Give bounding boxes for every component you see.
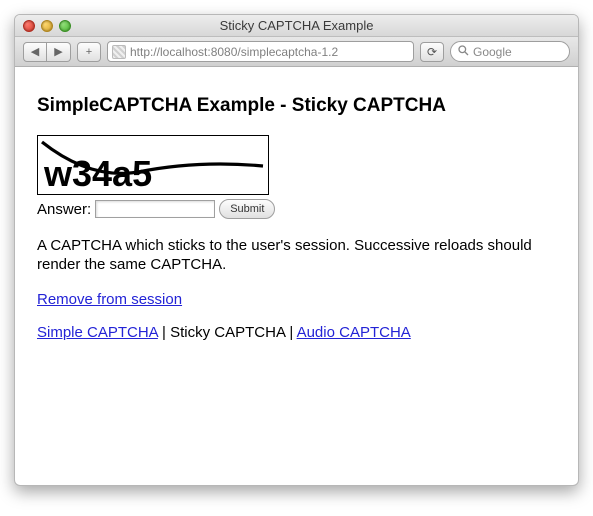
browser-window: Sticky CAPTCHA Example ◀ ▶ + http://loca…: [14, 14, 579, 486]
url-bar[interactable]: http://localhost:8080/simplecaptcha-1.2: [107, 41, 414, 62]
back-button[interactable]: ◀: [23, 42, 47, 62]
answer-label: Answer:: [37, 201, 91, 218]
browser-toolbar: ◀ ▶ + http://localhost:8080/simplecaptch…: [15, 37, 578, 67]
window-title: Sticky CAPTCHA Example: [15, 18, 578, 33]
browser-search-field[interactable]: Google: [450, 41, 570, 62]
page-heading: SimpleCAPTCHA Example - Sticky CAPTCHA: [37, 95, 556, 117]
search-placeholder: Google: [473, 45, 512, 59]
url-text: http://localhost:8080/simplecaptcha-1.2: [130, 45, 409, 59]
back-icon: ◀: [31, 45, 39, 58]
submit-button[interactable]: Submit: [219, 199, 275, 219]
captcha-description: A CAPTCHA which sticks to the user's ses…: [37, 237, 537, 275]
minimize-icon[interactable]: [41, 20, 53, 32]
sticky-captcha-current: Sticky CAPTCHA: [170, 324, 285, 341]
page-content: SimpleCAPTCHA Example - Sticky CAPTCHA w…: [15, 67, 578, 359]
remove-session-link[interactable]: Remove from session: [37, 291, 182, 308]
forward-button[interactable]: ▶: [47, 42, 71, 62]
titlebar: Sticky CAPTCHA Example: [15, 15, 578, 37]
add-bookmark-button[interactable]: +: [77, 42, 101, 62]
nav-separator: |: [162, 324, 170, 341]
captcha-image: w34a5: [37, 135, 269, 195]
zoom-icon[interactable]: [59, 20, 71, 32]
nav-separator: |: [289, 324, 296, 341]
answer-row: Answer: Submit: [37, 199, 556, 219]
search-icon: [458, 45, 469, 59]
window-controls: [23, 20, 71, 32]
captcha-text: w34a5: [43, 153, 152, 194]
answer-input[interactable]: [95, 200, 215, 218]
reload-icon: ⟳: [427, 45, 437, 59]
site-favicon-icon: [112, 45, 126, 59]
nav-button-group: ◀ ▶: [23, 42, 71, 62]
forward-icon: ▶: [54, 45, 62, 58]
captcha-nav: Simple CAPTCHA | Sticky CAPTCHA | Audio …: [37, 324, 556, 341]
remove-row: Remove from session: [37, 291, 556, 308]
audio-captcha-link[interactable]: Audio CAPTCHA: [297, 324, 411, 341]
close-icon[interactable]: [23, 20, 35, 32]
reload-button[interactable]: ⟳: [420, 42, 444, 62]
simple-captcha-link[interactable]: Simple CAPTCHA: [37, 324, 158, 341]
plus-icon: +: [86, 46, 92, 58]
